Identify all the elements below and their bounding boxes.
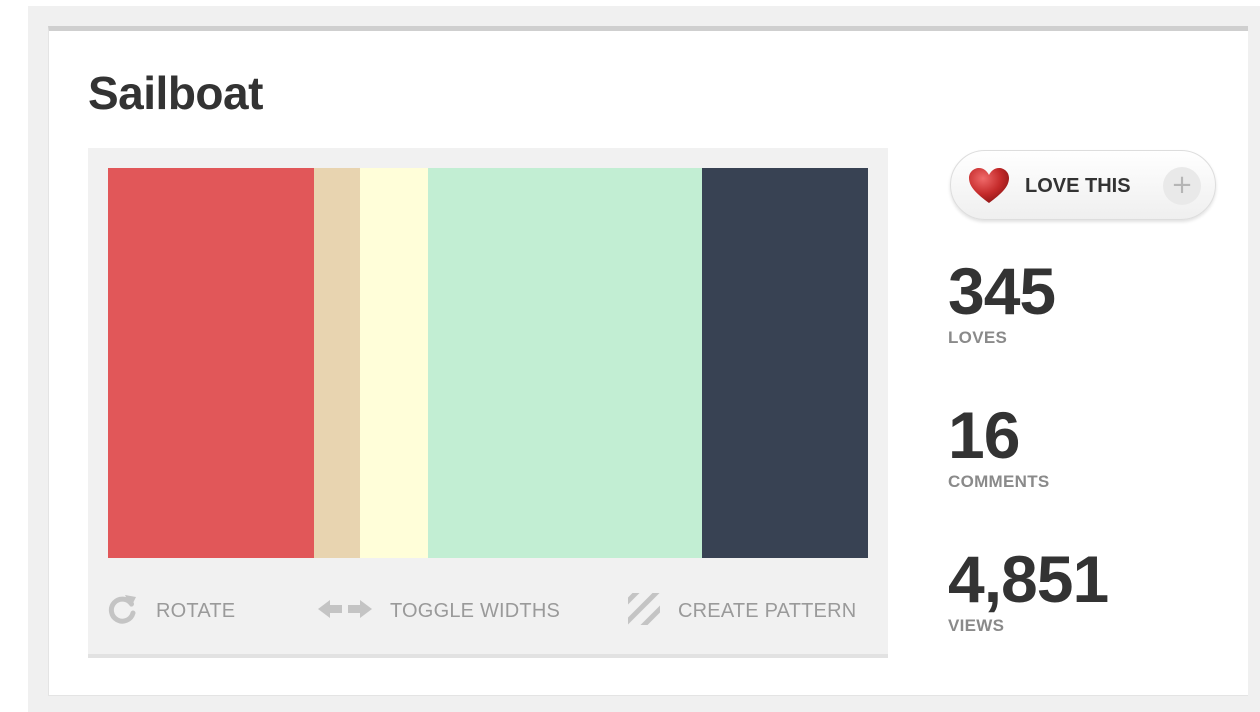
rotate-icon xyxy=(108,593,138,630)
color-swatch-1[interactable] xyxy=(108,168,314,558)
views-stat: 4,851 VIEWS xyxy=(948,542,1109,636)
heart-icon xyxy=(967,167,1011,210)
color-swatch-4[interactable] xyxy=(427,168,703,558)
color-swatch-3[interactable] xyxy=(360,168,428,558)
color-swatch-5[interactable] xyxy=(702,168,868,558)
color-swatches xyxy=(108,168,868,558)
toggle-widths-label: TOGGLE WIDTHS xyxy=(390,599,561,622)
comments-label: COMMENTS xyxy=(948,472,1050,491)
views-label: VIEWS xyxy=(948,616,1005,635)
stripes-icon xyxy=(628,592,660,630)
palette-title: Sailboat xyxy=(88,67,263,119)
love-this-button[interactable]: LOVE THIS + xyxy=(950,150,1216,220)
comments-stat: 16 COMMENTS xyxy=(948,402,1050,492)
rotate-label: ROTATE xyxy=(156,599,236,622)
love-this-label: LOVE THIS xyxy=(1025,175,1131,197)
rotate-button[interactable]: ROTATE xyxy=(108,586,235,636)
double-arrow-icon xyxy=(318,598,372,625)
palette-toolbar: ROTATE TOGGLE WIDTHS CREATE PATTERN xyxy=(108,586,868,636)
color-swatch-2[interactable] xyxy=(313,168,361,558)
loves-count: 345 xyxy=(948,254,1056,328)
toggle-widths-button[interactable]: TOGGLE WIDTHS xyxy=(318,586,560,636)
create-pattern-label: CREATE PATTERN xyxy=(678,599,857,622)
palette-panel: ROTATE TOGGLE WIDTHS CREATE PATTERN xyxy=(88,148,888,658)
loves-label: LOVES xyxy=(948,328,1008,347)
plus-icon[interactable]: + xyxy=(1163,167,1201,205)
create-pattern-button[interactable]: CREATE PATTERN xyxy=(628,586,856,636)
views-count: 4,851 xyxy=(948,542,1109,616)
loves-stat: 345 LOVES xyxy=(948,254,1056,348)
comments-count: 16 xyxy=(948,398,1020,472)
